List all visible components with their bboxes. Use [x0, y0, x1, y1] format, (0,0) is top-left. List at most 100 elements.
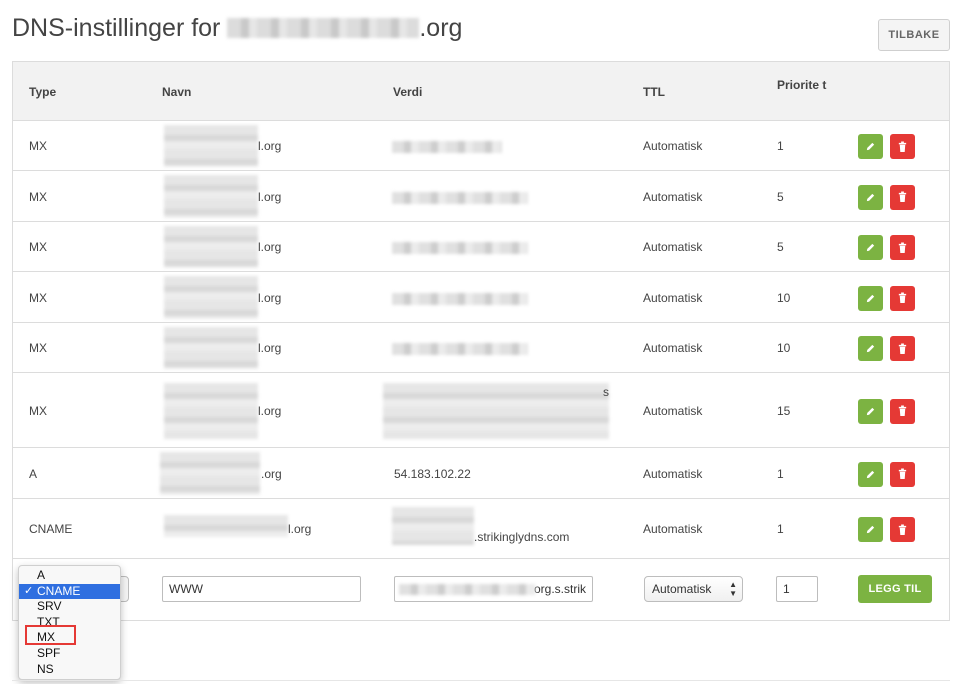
new-record-value-input[interactable]: org.s.strik	[394, 576, 593, 602]
record-type: MX	[29, 240, 47, 254]
title-redacted-domain	[227, 18, 420, 38]
edit-record-button[interactable]	[858, 285, 883, 311]
checkmark-icon: ✓	[24, 584, 34, 597]
title-suffix: .org	[419, 14, 463, 42]
value-redacted	[392, 191, 528, 204]
record-name: l.org	[258, 240, 282, 254]
new-record-ttl-select[interactable]: Automatisk ▲ ▼	[644, 576, 743, 602]
name-redacted	[164, 226, 258, 268]
record-type: MX	[29, 290, 47, 305]
record-ttl: Automatisk	[643, 290, 703, 305]
delete-record-button[interactable]	[890, 517, 915, 542]
name-redacted	[164, 276, 258, 319]
record-name: l.org	[258, 403, 282, 418]
add-record-button[interactable]: LEGG TIL	[858, 575, 932, 603]
value-redacted	[399, 584, 535, 595]
name-redacted	[164, 125, 258, 167]
table-row: CNAME l.org .strikinglydns.com Automatis…	[13, 499, 949, 559]
edit-record-button[interactable]	[858, 235, 883, 260]
select-arrows-icon: ▲ ▼	[729, 580, 737, 598]
table-row: MX l.org Automatisk 10	[13, 272, 949, 323]
record-ttl: Automatisk	[643, 240, 703, 254]
record-value: s	[603, 385, 609, 399]
record-priority: 10	[777, 290, 791, 305]
name-redacted	[164, 175, 258, 218]
record-value: 54.183.102.22	[394, 466, 471, 481]
table-row: MX l.org s Automatisk 15	[13, 373, 949, 448]
pencil-icon	[866, 294, 875, 302]
value-redacted	[392, 242, 528, 254]
record-name: l.org	[258, 139, 282, 153]
trash-icon	[898, 242, 907, 253]
edit-record-button[interactable]	[858, 461, 883, 487]
type-option-srv[interactable]: SRV	[19, 599, 120, 615]
delete-record-button[interactable]	[890, 336, 915, 361]
back-button[interactable]: TILBAKE	[878, 19, 950, 51]
record-type: MX	[29, 341, 47, 355]
pencil-icon	[866, 344, 875, 353]
record-priority: 10	[777, 341, 791, 355]
mx-option-highlight-box	[25, 625, 76, 645]
record-value: .strikinglydns.com	[474, 530, 570, 544]
record-ttl: Automatisk	[643, 522, 703, 536]
new-record-row: WWW org.s.strik Automatisk ▲ ▼ 1 LEGG TIL	[13, 559, 949, 621]
record-name: l.org	[258, 189, 282, 204]
trash-icon	[898, 191, 907, 203]
type-option-label: A	[37, 568, 46, 582]
column-header-name: Navn	[162, 85, 192, 99]
record-priority: 1	[777, 139, 784, 153]
type-option-a[interactable]: A	[19, 568, 120, 584]
trash-icon	[898, 524, 907, 535]
pencil-icon	[866, 407, 875, 415]
divider	[12, 680, 950, 681]
record-name: l.org	[258, 341, 282, 355]
value-redacted	[383, 383, 609, 439]
value-redacted	[392, 343, 528, 355]
type-option-cname[interactable]: ✓ CNAME	[19, 583, 120, 600]
name-redacted	[164, 383, 258, 439]
edit-record-button[interactable]	[858, 134, 883, 159]
pencil-icon	[866, 142, 875, 151]
table-row: MX l.org Automatisk 5	[13, 222, 949, 272]
record-type: MX	[29, 189, 47, 204]
edit-record-button[interactable]	[858, 517, 883, 542]
record-name: .org	[261, 466, 282, 481]
column-header-value: Verdi	[393, 85, 423, 99]
table-row: MX l.org Automatisk 10	[13, 323, 949, 373]
new-record-name-input[interactable]: WWW	[162, 576, 361, 602]
ttl-select-value: Automatisk	[652, 582, 712, 596]
delete-record-button[interactable]	[890, 285, 915, 311]
dns-records-table: Type Navn Verdi TTL Priorite t MX l.org …	[12, 61, 950, 621]
delete-record-button[interactable]	[890, 398, 915, 424]
edit-record-button[interactable]	[858, 336, 883, 361]
new-record-value-text: org.s.strik	[533, 582, 586, 596]
type-option-spf[interactable]: SPF	[19, 646, 120, 662]
type-option-label: NS	[37, 661, 54, 676]
type-option-label: SRV	[37, 599, 62, 614]
page-title: DNS-instillinger for .org	[12, 14, 462, 43]
edit-record-button[interactable]	[858, 398, 883, 424]
trash-icon	[898, 292, 907, 304]
delete-record-button[interactable]	[890, 235, 915, 260]
type-option-label: SPF	[37, 645, 61, 660]
record-priority: 5	[777, 240, 784, 254]
value-redacted	[392, 292, 528, 305]
record-priority: 1	[777, 522, 784, 536]
type-option-label: CNAME	[37, 583, 81, 598]
delete-record-button[interactable]	[890, 134, 915, 159]
name-redacted	[160, 452, 260, 495]
type-option-ns[interactable]: NS	[19, 662, 120, 678]
delete-record-button[interactable]	[890, 184, 915, 210]
delete-record-button[interactable]	[890, 461, 915, 487]
column-header-type: Type	[29, 85, 57, 99]
trash-icon	[898, 468, 907, 480]
column-header-priority: Priorite t	[777, 78, 827, 92]
edit-record-button[interactable]	[858, 184, 883, 210]
table-header: Type Navn Verdi TTL Priorite t	[13, 62, 949, 121]
pencil-icon	[866, 525, 875, 534]
new-record-priority-input[interactable]: 1	[776, 576, 818, 602]
record-priority: 15	[777, 403, 791, 418]
pencil-icon	[866, 470, 875, 478]
record-ttl: Automatisk	[643, 189, 703, 204]
trash-icon	[898, 343, 907, 354]
